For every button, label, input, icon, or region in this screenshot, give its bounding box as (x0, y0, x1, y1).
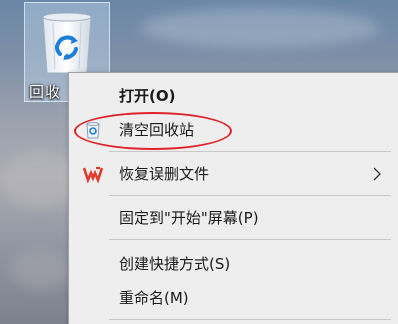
menu-separator (109, 239, 391, 240)
menu-separator (109, 151, 391, 152)
wps-logo-icon (83, 166, 103, 184)
wallpaper-highlight (140, 8, 380, 48)
wallpaper-highlight (10, 250, 70, 290)
menu-item-create-shortcut[interactable]: 创建快捷方式(S) (69, 247, 398, 281)
menu-item-recover-files[interactable]: 恢复误删文件 (69, 157, 398, 191)
chevron-right-icon (373, 167, 381, 181)
menu-item-pin-to-start-label: 固定到"开始"屏幕(P) (119, 209, 259, 227)
menu-item-rename-label: 重命名(M) (119, 289, 189, 307)
annotation-highlight-ring (74, 112, 232, 150)
menu-separator (109, 319, 391, 320)
menu-item-create-shortcut-label: 创建快捷方式(S) (119, 255, 231, 273)
menu-separator (109, 195, 391, 196)
menu-item-pin-to-start[interactable]: 固定到"开始"屏幕(P) (69, 201, 398, 235)
menu-item-recover-files-label: 恢复误删文件 (119, 165, 210, 183)
context-menu: 打开(O) 清空回收站 恢复误删文件 固定到"开始"屏幕(P) 创建快捷方式(S… (68, 72, 398, 324)
menu-item-open-label: 打开(O) (119, 87, 176, 105)
recycle-bin-label: 回收 (29, 83, 62, 101)
menu-item-rename[interactable]: 重命名(M) (69, 281, 398, 315)
recycle-bin-icon (42, 12, 92, 74)
menu-item-open[interactable]: 打开(O) (69, 79, 398, 113)
